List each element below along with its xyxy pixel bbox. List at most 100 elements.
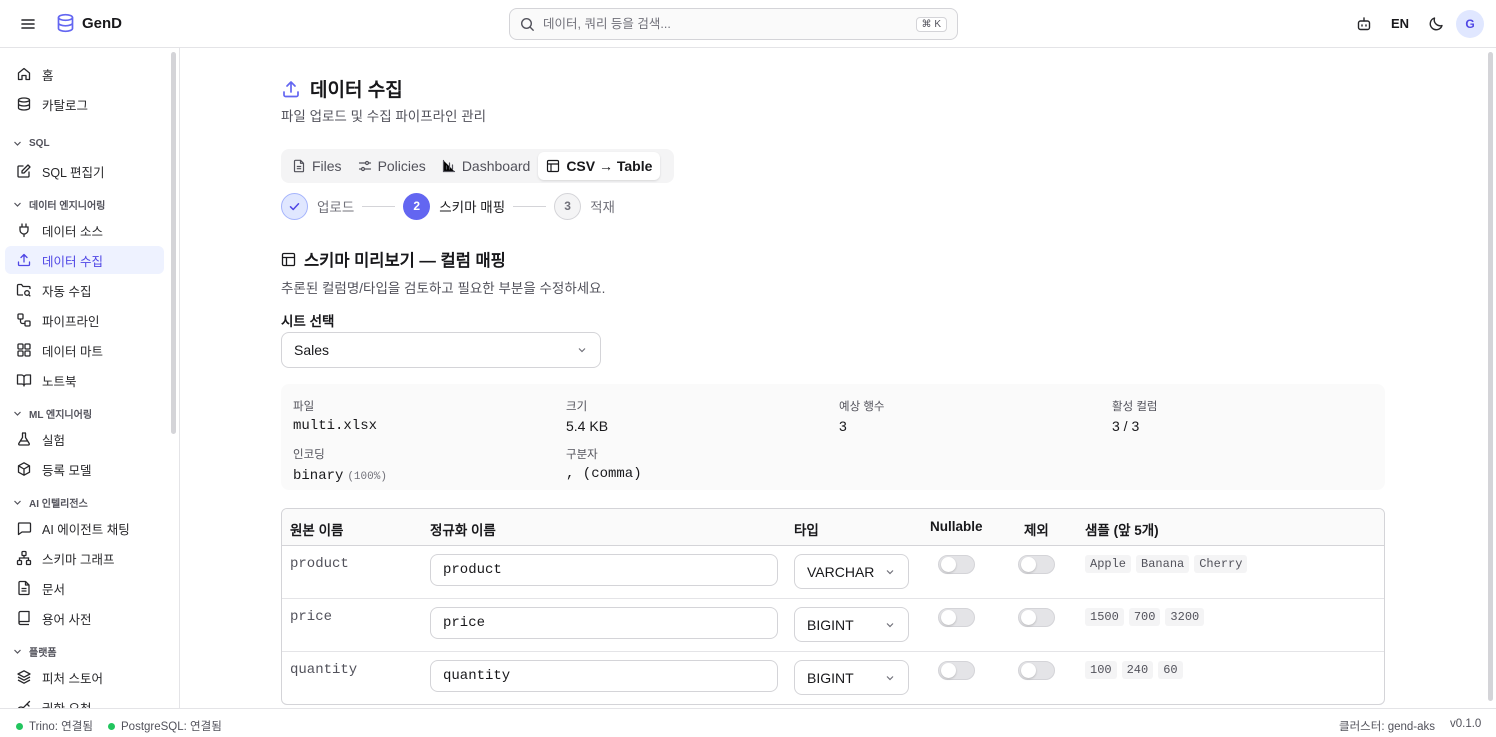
upload-icon: [281, 79, 301, 99]
sidebar-item-auto-ingest[interactable]: 자동 수집: [5, 276, 164, 304]
sidebar-item-experiments[interactable]: 실험: [5, 425, 164, 453]
app-logo[interactable]: GenD: [56, 13, 122, 33]
avatar[interactable]: G: [1456, 10, 1484, 38]
normalized-name-input[interactable]: [430, 660, 778, 692]
info-file: 파일 multi.xlsx: [293, 401, 378, 434]
sidebar: 홈 카탈로그 SQL SQL 편집기 데이터 엔지니어링 데이터 소스 데이터 …: [0, 48, 180, 708]
sidebar-item-label: 피처 스토어: [42, 671, 103, 686]
sidebar-item-data-source[interactable]: 데이터 소스: [5, 216, 164, 244]
sidebar-item-label: 홈: [42, 68, 54, 83]
normalized-name-input[interactable]: [430, 554, 778, 586]
step-1-circle: [281, 192, 308, 220]
key-icon: [16, 699, 32, 708]
search-bar[interactable]: ⌘ K: [509, 8, 958, 40]
sidebar-group-data-engineering[interactable]: 데이터 엔지니어링: [13, 197, 105, 212]
status-text: PostgreSQL: 연결됨: [121, 721, 222, 733]
schema-section-subtitle: 추론된 컬럼명/타입을 검토하고 필요한 부분을 수정하세요.: [281, 281, 606, 296]
sample-values: Apple Banana Cherry: [1085, 555, 1248, 573]
sample-chip: 700: [1128, 608, 1161, 626]
sidebar-item-catalog[interactable]: 카탈로그: [5, 90, 164, 118]
tab-dashboard[interactable]: Dashboard: [434, 152, 539, 180]
table-row: quantity BIGINT 100 240 60: [282, 652, 1384, 704]
exclude-toggle[interactable]: [1018, 661, 1055, 680]
chevron-down-icon: [14, 411, 21, 416]
sidebar-item-label: 파이프라인: [42, 314, 100, 329]
workflow-icon: [16, 312, 32, 328]
nullable-toggle[interactable]: [938, 608, 975, 627]
app-version: v0.1.0: [1450, 718, 1482, 730]
info-delimiter: 구분자 , (comma): [566, 449, 642, 482]
info-encoding: 인코딩 binary (100%): [293, 449, 387, 484]
sidebar-item-data-ingest[interactable]: 데이터 수집: [5, 246, 164, 274]
stepper: 업로드 2 스키마 매핑 3 적재: [281, 192, 615, 220]
type-select[interactable]: VARCHAR: [794, 554, 909, 589]
status-dot: [108, 722, 115, 730]
main-scrollbar[interactable]: [1488, 52, 1493, 701]
sheet-select-value: Sales: [294, 342, 330, 358]
menu-icon[interactable]: [19, 15, 37, 33]
status-text: Trino: 연결됨: [29, 721, 93, 733]
sample-chip: 60: [1158, 661, 1183, 679]
sidebar-item-label: 카탈로그: [42, 98, 89, 113]
step-3-circle: 3: [554, 192, 582, 220]
tab-label: CSV → Table: [566, 158, 653, 174]
nullable-toggle[interactable]: [938, 661, 975, 680]
sidebar-scrollbar[interactable]: [171, 52, 176, 434]
page-subtitle: 파일 업로드 및 수집 파이프라인 관리: [281, 109, 487, 124]
database-logo-icon: [56, 13, 75, 33]
sidebar-item-label: 용어 사전: [42, 612, 92, 627]
th-type: 타입: [794, 523, 819, 538]
chat-icon: [16, 520, 32, 536]
sliders-icon: [358, 159, 372, 173]
sidebar-item-ai-agent-chat[interactable]: AI 에이전트 채팅: [5, 514, 164, 542]
sidebar-item-label: 스키마 그래프: [42, 552, 115, 567]
sample-values: 1500 700 3200: [1085, 608, 1205, 626]
page-title-text: 데이터 수집: [310, 80, 403, 101]
sidebar-item-pipeline[interactable]: 파이프라인: [5, 306, 164, 334]
sidebar-item-registered-models[interactable]: 등록 모델: [5, 455, 164, 483]
sidebar-group-platform[interactable]: 플랫폼: [13, 644, 57, 659]
type-select-value: VARCHAR: [807, 563, 875, 580]
sheet-select-label: 시트 선택: [281, 314, 335, 329]
sidebar-item-label: 노트북: [42, 374, 77, 389]
step-3-label: 적재: [590, 200, 615, 215]
sidebar-group-ai-intelligence[interactable]: AI 인텔리전스: [13, 495, 88, 510]
language-toggle[interactable]: EN: [1391, 16, 1409, 31]
sidebar-item-glossary[interactable]: 용어 사전: [5, 604, 164, 632]
info-size: 크기 5.4 KB: [566, 401, 609, 434]
sidebar-group-sql[interactable]: SQL: [13, 138, 50, 149]
sidebar-item-sql-editor[interactable]: SQL 편집기: [5, 157, 164, 185]
type-select[interactable]: BIGINT: [794, 607, 909, 642]
sidebar-item-data-mart[interactable]: 데이터 마트: [5, 336, 164, 364]
sheet-select[interactable]: Sales: [281, 332, 601, 368]
bot-icon[interactable]: [1356, 16, 1372, 32]
sidebar-item-notebook[interactable]: 노트북: [5, 366, 164, 394]
sidebar-item-documents[interactable]: 문서: [5, 574, 164, 602]
step-1-label: 업로드: [317, 200, 355, 215]
sidebar-item-home[interactable]: 홈: [5, 60, 164, 88]
sidebar-item-permission-request[interactable]: 권한 요청: [5, 693, 164, 708]
normalized-name-input[interactable]: [430, 607, 778, 639]
nullable-toggle[interactable]: [938, 555, 975, 574]
type-select[interactable]: BIGINT: [794, 660, 909, 695]
sidebar-item-label: 데이터 소스: [42, 224, 103, 239]
exclude-toggle[interactable]: [1018, 555, 1055, 574]
moon-icon[interactable]: [1428, 15, 1445, 32]
folder-search-icon: [16, 282, 32, 298]
tab-files[interactable]: Files: [284, 152, 350, 180]
sample-chip: 100: [1085, 661, 1117, 679]
sidebar-item-label: AI 에이전트 채팅: [42, 522, 130, 537]
trino-status: Trino: 연결됨: [16, 718, 93, 734]
tab-csv-to-table[interactable]: CSV → Table: [538, 152, 661, 180]
search-input[interactable]: [543, 17, 916, 31]
th-nullable: Nullable: [930, 519, 983, 534]
tab-list: Files Policies Dashboard CSV → Table: [281, 149, 674, 183]
sidebar-item-label: 자동 수집: [42, 284, 92, 299]
sidebar-item-feature-store[interactable]: 피처 스토어: [5, 663, 164, 691]
table-row: price BIGINT 1500 700 3200: [282, 599, 1384, 652]
sidebar-group-ml-engineering[interactable]: ML 엔지니어링: [13, 406, 92, 421]
tab-policies[interactable]: Policies: [350, 152, 434, 180]
exclude-toggle[interactable]: [1018, 608, 1055, 627]
sidebar-item-schema-graph[interactable]: 스키마 그래프: [5, 544, 164, 572]
sample-chip: Apple: [1085, 555, 1132, 573]
